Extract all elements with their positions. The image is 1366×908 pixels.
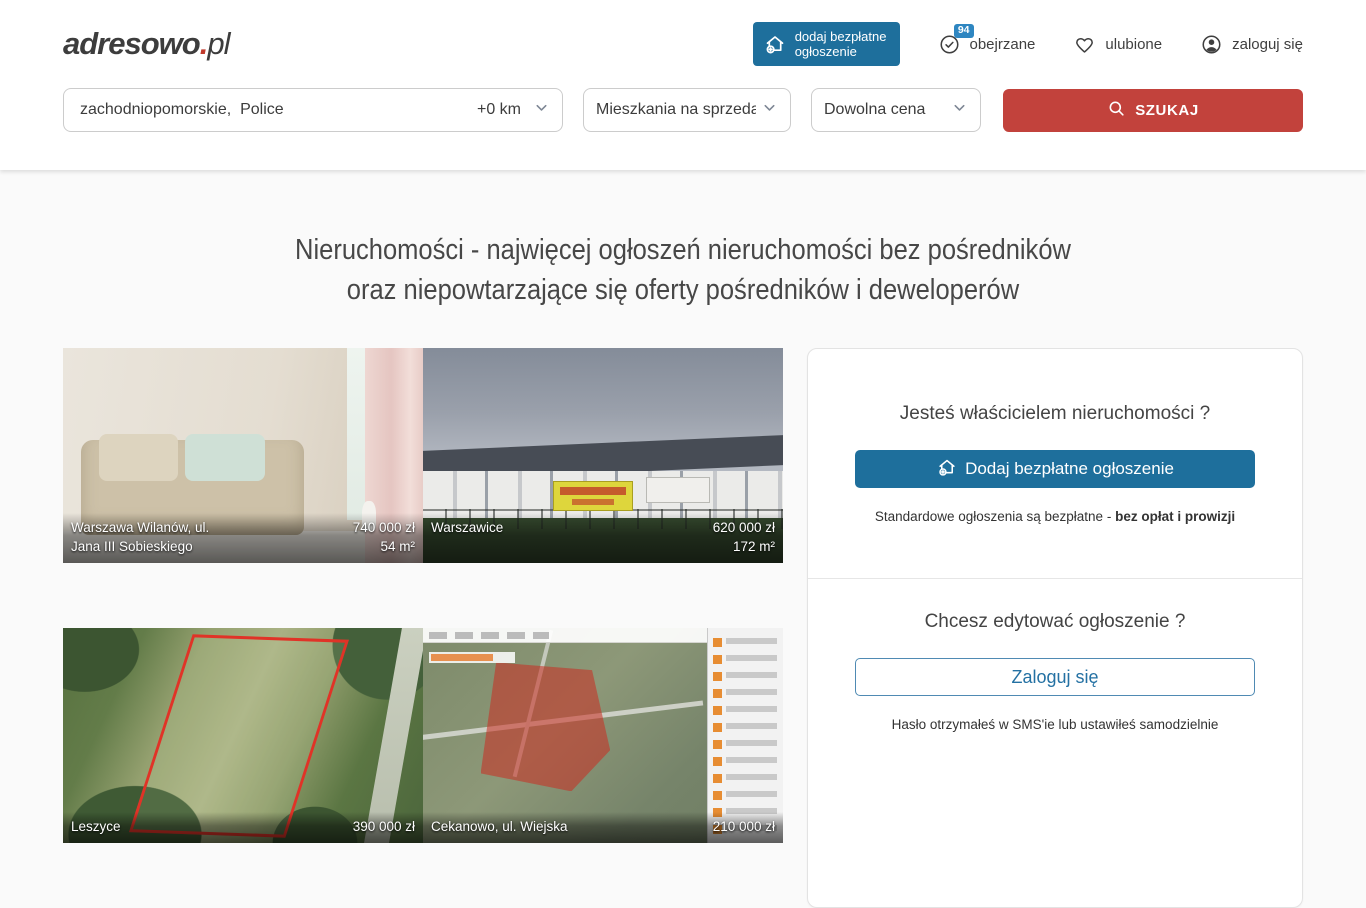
listing-tile-cekanowo[interactable]: Cekanowo, ul. Wiejska 210 000 zł: [423, 628, 783, 843]
listing-price: 620 000 zł: [713, 518, 775, 537]
house-plus-icon: [936, 456, 958, 483]
sidebar-login-button[interactable]: Zaloguj się: [855, 658, 1255, 696]
add-listing-button[interactable]: dodaj bezpłatne ogłoszenie: [753, 22, 900, 66]
listing-title: Cekanowo, ul. Wiejska: [431, 817, 568, 836]
listing-area: 54 m²: [380, 537, 415, 556]
check-circle-icon: 94: [938, 33, 961, 56]
listing-tile-leszyce[interactable]: Leszyce 390 000 zł: [63, 628, 423, 843]
user-icon: [1200, 33, 1223, 56]
listing-grid: Warszawa Wilanów, ul. 740 000 zł Jana III…: [63, 348, 783, 908]
listing-caption: Warszawa Wilanów, ul. 740 000 zł Jana III…: [63, 513, 423, 563]
viewed-count-badge: 94: [954, 24, 974, 38]
category-select[interactable]: Mieszkania na sprzedaż: [583, 88, 791, 132]
sidebar-login-label: Zaloguj się: [1011, 667, 1098, 688]
login-link[interactable]: zaloguj się: [1200, 33, 1303, 56]
listing-photo-aerial-field: [63, 628, 423, 843]
price-select[interactable]: Dowolna cena: [811, 88, 981, 132]
house-plus-icon: [763, 32, 787, 56]
listing-caption: Warszawice 620 000 zł 172 m²: [423, 513, 783, 563]
radius-dropdown[interactable]: +0 km: [477, 99, 550, 121]
viewed-link[interactable]: 94 obejrzane: [938, 33, 1036, 56]
search-button[interactable]: SZUKAJ: [1003, 89, 1303, 132]
listing-area: 172 m²: [733, 537, 775, 556]
page-title: Nieruchomości - najwięcej ogłoszeń nieru…: [82, 230, 1284, 310]
listing-photo-map-screenshot: [423, 628, 783, 843]
listing-title: Warszawice: [431, 518, 503, 537]
favorites-link[interactable]: ulubione: [1073, 33, 1162, 56]
search-icon: [1107, 99, 1126, 122]
login-label: zaloguj się: [1232, 36, 1303, 53]
owner-section: Jesteś właścicielem nieruchomości ? Doda…: [808, 349, 1302, 579]
category-value: Mieszkania na sprzedaż: [596, 101, 756, 119]
edit-note: Hasło otrzymałeś w SMS'ie lub ustawiłeś …: [808, 717, 1302, 732]
header-top: adresowo.pl dodaj bezpłatne ogłoszenie: [0, 0, 1366, 88]
edit-section: Chcesz edytować ogłoszenie ? Zaloguj się…: [808, 579, 1302, 732]
listing-title: Warszawa Wilanów, ul.: [71, 518, 209, 537]
chevron-down-icon: [951, 99, 968, 121]
chevron-down-icon: [533, 99, 550, 121]
site-header: adresowo.pl dodaj bezpłatne ogłoszenie: [0, 0, 1366, 170]
sidebar-card: Jesteś właścicielem nieruchomości ? Doda…: [807, 348, 1303, 908]
owner-section-title: Jesteś właścicielem nieruchomości ?: [808, 349, 1302, 425]
search-button-label: SZUKAJ: [1135, 102, 1199, 119]
listing-tile-warszawice[interactable]: Warszawice 620 000 zł 172 m²: [423, 348, 783, 563]
favorites-label: ulubione: [1105, 36, 1162, 53]
site-logo[interactable]: adresowo.pl: [63, 26, 229, 62]
logo-main: adresowo: [63, 26, 200, 61]
edit-section-title: Chcesz edytować ogłoszenie ?: [808, 579, 1302, 633]
owner-note: Standardowe ogłoszenia są bezpłatne - be…: [808, 509, 1302, 524]
radius-value: +0 km: [477, 101, 521, 119]
logo-suffix: pl: [207, 26, 229, 61]
listing-title: Leszyce: [71, 817, 121, 836]
location-field: +0 km: [63, 88, 563, 132]
chevron-down-icon: [761, 99, 778, 121]
listing-price: 390 000 zł: [353, 817, 415, 836]
listing-tile-warszawa-wilanow[interactable]: Warszawa Wilanów, ul. 740 000 zł Jana III…: [63, 348, 423, 563]
listing-price: 740 000 zł: [353, 518, 415, 537]
sidebar-add-listing-label: Dodaj bezpłatne ogłoszenie: [965, 459, 1174, 479]
sidebar-add-listing-button[interactable]: Dodaj bezpłatne ogłoszenie: [855, 450, 1255, 488]
listing-price: 210 000 zł: [713, 817, 775, 836]
price-value: Dowolna cena: [824, 101, 925, 119]
viewed-label: obejrzane: [970, 36, 1036, 53]
listing-caption: Cekanowo, ul. Wiejska 210 000 zł: [423, 812, 783, 843]
listing-title-line2: Jana III Sobieskiego: [71, 537, 193, 556]
listing-caption: Leszyce 390 000 zł: [63, 812, 423, 843]
header-actions: dodaj bezpłatne ogłoszenie 94 obejrzane: [753, 22, 1303, 66]
add-listing-label: dodaj bezpłatne ogłoszenie: [795, 29, 887, 59]
location-input[interactable]: [78, 100, 477, 120]
search-bar: +0 km Mieszkania na sprzedaż Dowolna cen…: [0, 88, 1366, 132]
main-content: Warszawa Wilanów, ul. 740 000 zł Jana III…: [0, 348, 1366, 908]
heart-icon: [1073, 33, 1096, 56]
